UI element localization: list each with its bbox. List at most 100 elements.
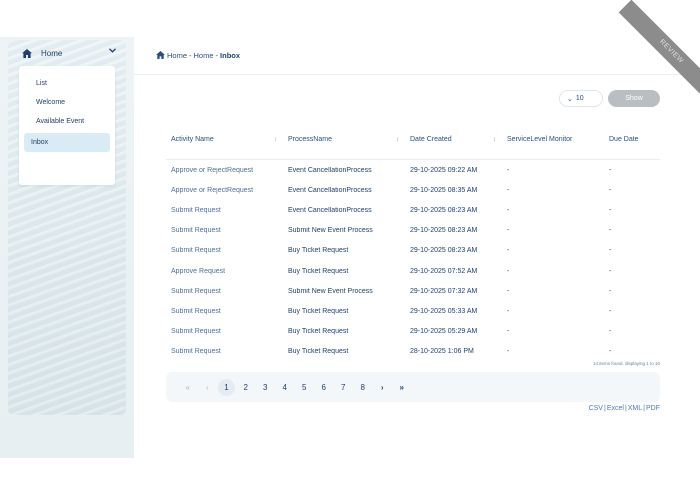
cell-date-created: 29-10-2025 07:32 AM [410,287,478,295]
export-excel-link[interactable]: Excel [607,405,624,412]
page-8-button[interactable]: 8 [353,383,373,392]
export-xml-link[interactable]: XML [628,405,642,412]
sidebar-submenu: List Welcome Available Event Inbox [19,66,115,185]
cell-date-created: 29-10-2025 08:35 AM [410,186,478,194]
sidebar-item-welcome[interactable]: Welcome [24,93,110,112]
page-4-button[interactable]: 4 [275,383,295,392]
cell-service-level-monitor: - [507,227,510,235]
table-row[interactable]: Submit Request Submit New Event Process 29… [166,281,660,301]
table-row[interactable]: Approve or RejectRequest Event Cancellati… [166,180,660,200]
page-6-button[interactable]: 6 [314,383,334,392]
home-icon [22,48,32,58]
export-pdf-link[interactable]: PDF [646,405,660,412]
cell-activity-name[interactable]: Submit Request [166,308,288,315]
cell-date-created: 29-10-2025 09:22 AM [410,166,478,174]
bottom-band [0,458,700,500]
table-row[interactable]: Submit Request Submit New Event Process 29… [166,221,660,241]
export-links: CSV | Excel | XML | PDF [589,405,660,412]
cell-process-name: Event CancellationProcess [288,186,372,194]
sidebar-item-inbox[interactable]: Inbox [24,133,110,152]
sort-icon[interactable]: ↕ [274,130,277,150]
column-header-date-created[interactable]: Date Created ↕ [410,130,507,150]
breadcrumb: Home - Home - Inbox [156,49,240,61]
breadcrumb-separator: - [189,50,192,60]
inbox-table: Activity Name ↕ ProcessName ↕ Date Creat… [166,130,660,362]
breadcrumb-home-2[interactable]: Home [194,51,214,60]
table-row[interactable]: Submit Request Event CancellationProcess 2… [166,200,660,220]
column-header-due-date[interactable]: Due Date [609,130,660,150]
home-icon [156,51,165,59]
last-page-button[interactable]: » [392,383,412,392]
cell-activity-name[interactable]: Submit Request [166,288,288,295]
breadcrumb-separator: - [215,50,219,60]
main-content: Home - Home - Inbox REVIEW ⌄ 10 Show Act… [134,0,700,458]
breadcrumb-home[interactable]: Home [167,51,187,60]
sidebar-home-label: Home [41,48,63,58]
pagination: « ‹ 1 2 3 4 5 6 7 8 › » [166,372,660,402]
cell-activity-name[interactable]: Submit Request [166,227,288,234]
cell-service-level-monitor: - [507,307,510,315]
page-size-value: 10 [575,95,584,102]
page-7-button[interactable]: 7 [334,383,354,392]
cell-activity-name[interactable]: Submit Request [166,348,288,355]
cell-process-name: Buy Ticket Request [288,247,349,255]
top-band [0,0,700,37]
sidebar-item-available-event[interactable]: Available Event [24,112,110,131]
table-row[interactable]: Approve or RejectRequest Event Cancellati… [166,160,660,180]
cell-activity-name[interactable]: Submit Request [166,207,288,214]
cell-due-date: - [609,206,612,214]
breadcrumb-current: Inbox [220,50,241,60]
records-info: 14 items found, displaying 1 to 10 [592,361,660,366]
cell-service-level-monitor: - [507,287,510,295]
cell-process-name: Event CancellationProcess [288,206,372,214]
cell-activity-name[interactable]: Approve or RejectRequest [166,187,288,194]
cell-due-date: - [609,247,612,255]
export-separator: | [603,405,606,412]
cell-due-date: - [609,287,612,295]
cell-service-level-monitor: - [507,267,510,275]
cell-activity-name[interactable]: Submit Request [166,328,288,335]
sort-icon[interactable]: ↕ [396,130,399,150]
page-5-button[interactable]: 5 [295,383,315,392]
cell-service-level-monitor: - [507,166,510,174]
page-2-button[interactable]: 2 [236,383,256,392]
divider [134,74,700,75]
prev-page-button[interactable]: ‹ [198,383,218,392]
sidebar: Home List Welcome Available Event Inbox [0,37,134,458]
page-1-button[interactable]: 1 [218,378,235,396]
cell-due-date: - [609,348,612,356]
table-row[interactable]: Submit Request Buy Ticket Request 29-10-20… [166,322,660,342]
export-csv-link[interactable]: CSV [589,405,603,412]
next-page-button[interactable]: › [373,383,393,392]
sidebar-home-toggle[interactable]: Home [12,41,122,65]
table-row[interactable]: Submit Request Buy Ticket Request 29-10-20… [166,301,660,321]
chevron-down-icon: ⌄ [567,95,573,103]
cell-activity-name[interactable]: Submit Request [166,247,288,254]
export-separator: | [643,405,645,412]
column-header-process-name[interactable]: ProcessName ↕ [288,130,410,150]
table-header: Activity Name ↕ ProcessName ↕ Date Creat… [166,130,660,150]
cell-service-level-monitor: - [507,328,510,336]
cell-date-created: 29-10-2025 07:52 AM [410,267,478,275]
column-header-activity-name[interactable]: Activity Name ↕ [166,130,288,150]
cell-service-level-monitor: - [507,348,510,356]
cell-service-level-monitor: - [507,206,510,214]
cell-activity-name[interactable]: Approve or RejectRequest [166,167,288,174]
table-row[interactable]: Submit Request Buy Ticket Request 29-10-20… [166,241,660,261]
sort-icon[interactable]: ↕ [493,130,496,150]
table-row[interactable]: Approve Request Buy Ticket Request 29-10-2… [166,261,660,281]
show-button[interactable]: Show [608,90,660,107]
cell-date-created: 29-10-2025 08:23 AM [410,206,478,214]
page-3-button[interactable]: 3 [256,383,276,392]
sidebar-item-list[interactable]: List [24,74,110,93]
cell-process-name: Buy Ticket Request [288,267,349,275]
cell-due-date: - [609,267,612,275]
first-page-button[interactable]: « [178,383,198,392]
cell-service-level-monitor: - [507,247,510,255]
column-header-service-level-monitor[interactable]: ServiceLevel Monitor [507,130,609,150]
page-size-select[interactable]: ⌄ 10 [559,90,603,107]
cell-due-date: - [609,186,612,194]
cell-due-date: - [609,227,612,235]
cell-activity-name[interactable]: Approve Request [166,268,288,275]
table-row[interactable]: Submit Request Buy Ticket Request 28-10-20… [166,342,660,362]
